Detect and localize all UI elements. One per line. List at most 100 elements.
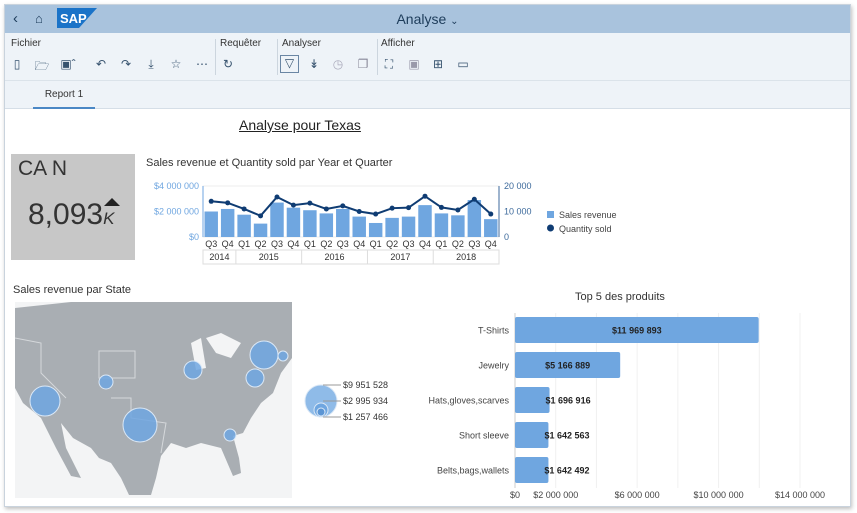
cube-icon[interactable]: ❐ [355,57,371,71]
report-title: Analyse pour Texas [239,117,361,133]
refresh-icon[interactable]: ↻ [220,57,236,71]
open-folder-icon[interactable]: 🗁 [34,57,50,78]
quantity-point [406,205,412,211]
star-icon[interactable]: ☆ [168,57,184,71]
quantity-point [340,203,346,209]
data-label: $1 642 563 [544,431,589,441]
quantity-point [290,202,296,208]
category-label: Hats,gloves,scarves [428,396,509,406]
filter-icon[interactable]: ▽ [280,55,299,73]
category-label: Belts,bags,wallets [437,466,510,476]
state-bubble [223,428,237,442]
year-label: 2018 [456,252,476,262]
revenue-bar [418,205,432,237]
app-title-menu[interactable]: Analyse ⌄ [5,11,850,27]
history-icon[interactable]: ◷ [330,57,346,71]
revenue-bar [270,202,284,237]
top5-title: Top 5 des produits [575,291,665,303]
quarter-label: Q4 [287,239,299,249]
group-requeter: Requêter [220,38,262,49]
quantity-point [274,194,280,200]
revenue-bar [401,216,416,237]
category-label: Short sleeve [459,431,509,441]
quantity-point [307,200,313,206]
app-window: ‹ ⌂ SAP Analyse ⌄ Fichier Requêter Analy… [4,4,851,507]
drill-icon[interactable]: ↡ [306,57,322,71]
quantity-point [258,213,264,219]
revenue-bar [467,200,482,237]
app-title: Analyse [396,11,447,27]
y-right-tick: 10 000 [504,207,532,217]
x-tick: $0 [510,490,520,500]
legend-swatch-revenue [547,211,554,218]
quantity-point [422,193,428,199]
revenue-bar [253,223,268,237]
panel-icon[interactable]: ▣ [406,57,422,71]
quarter-label: Q4 [485,239,497,249]
quarter-label: Q2 [452,239,464,249]
group-analyser: Analyser [282,38,321,49]
quarter-label: Q1 [370,239,382,249]
kpi-number: 8,093 [28,198,104,231]
kpi-tile: CA N 8,093K [11,154,135,260]
chevron-down-icon: ⌄ [450,16,459,27]
quarter-label: Q3 [205,239,217,249]
revenue-bar [237,214,251,237]
y-left-tick: $0 [189,232,199,242]
shell-bar: ‹ ⌂ SAP Analyse ⌄ [5,5,850,33]
x-tick: $14 000 000 [775,490,825,500]
combo-chart: $0 $2 000 000 $4 000 000 0 10 000 20 000 Q3 Q4 Q… [154,181,617,265]
divider [377,39,378,75]
quantity-point [323,206,329,212]
product-bar [515,387,550,413]
quantity-point [208,198,214,204]
year-row [202,249,500,265]
quantity-point [356,209,362,214]
save-icon[interactable]: ▣ˆ [60,57,76,71]
tab-report-1[interactable]: Report 1 [33,81,95,109]
quantity-point [488,211,494,217]
quarter-label: Q3 [403,239,415,249]
quantity-point [471,196,477,202]
revenue-bar [352,216,366,237]
trend-up-icon [104,198,120,206]
revenue-bar [303,210,317,237]
year-label: 2016 [325,252,345,262]
product-bar [515,457,549,483]
undo-icon[interactable]: ↶ [93,57,109,71]
combo-chart-title: Sales revenue et Quantity sold par Year … [146,157,393,169]
monitor-icon[interactable]: ▭ [455,57,471,71]
product-bar [515,422,549,448]
state-bubble [183,360,203,380]
download-icon[interactable]: ⤓ [143,57,159,72]
quarter-label: Q4 [353,239,365,249]
more-icon[interactable]: ⋯ [194,57,210,71]
kpi-unit: K [103,209,115,228]
data-label: $5 166 889 [545,361,590,371]
insert-icon[interactable]: ⊞ [430,57,446,71]
x-tick: $2 000 000 [533,490,578,500]
category-label: T-Shirts [478,326,510,336]
quantity-point [225,200,231,206]
kpi-label: CA N [18,157,68,180]
redo-icon[interactable]: ↷ [118,57,134,71]
revenue-bar [286,207,301,237]
kpi-value: 8,093K [28,198,114,232]
y-left-tick: $2 000 000 [154,207,199,217]
quantity-point [438,204,444,210]
quantity-point [241,206,247,212]
year-label: 2017 [390,252,410,262]
quantity-point [455,207,461,213]
quarter-label: Q1 [304,239,316,249]
legend-value: $2 995 934 [343,396,388,406]
quarter-label: Q2 [255,239,267,249]
fullscreen-icon[interactable]: ⛶ [381,57,397,72]
divider [215,39,216,75]
bubble-map[interactable]: $9 951 528 $2 995 934 $1 257 466 [11,298,411,498]
new-document-icon[interactable]: ▯ [9,57,25,71]
year-label: 2015 [259,252,279,262]
y-right-tick: 0 [504,232,509,242]
quarter-label: Q2 [320,239,332,249]
map-title: Sales revenue par State [13,284,132,296]
state-bubble [245,368,265,388]
